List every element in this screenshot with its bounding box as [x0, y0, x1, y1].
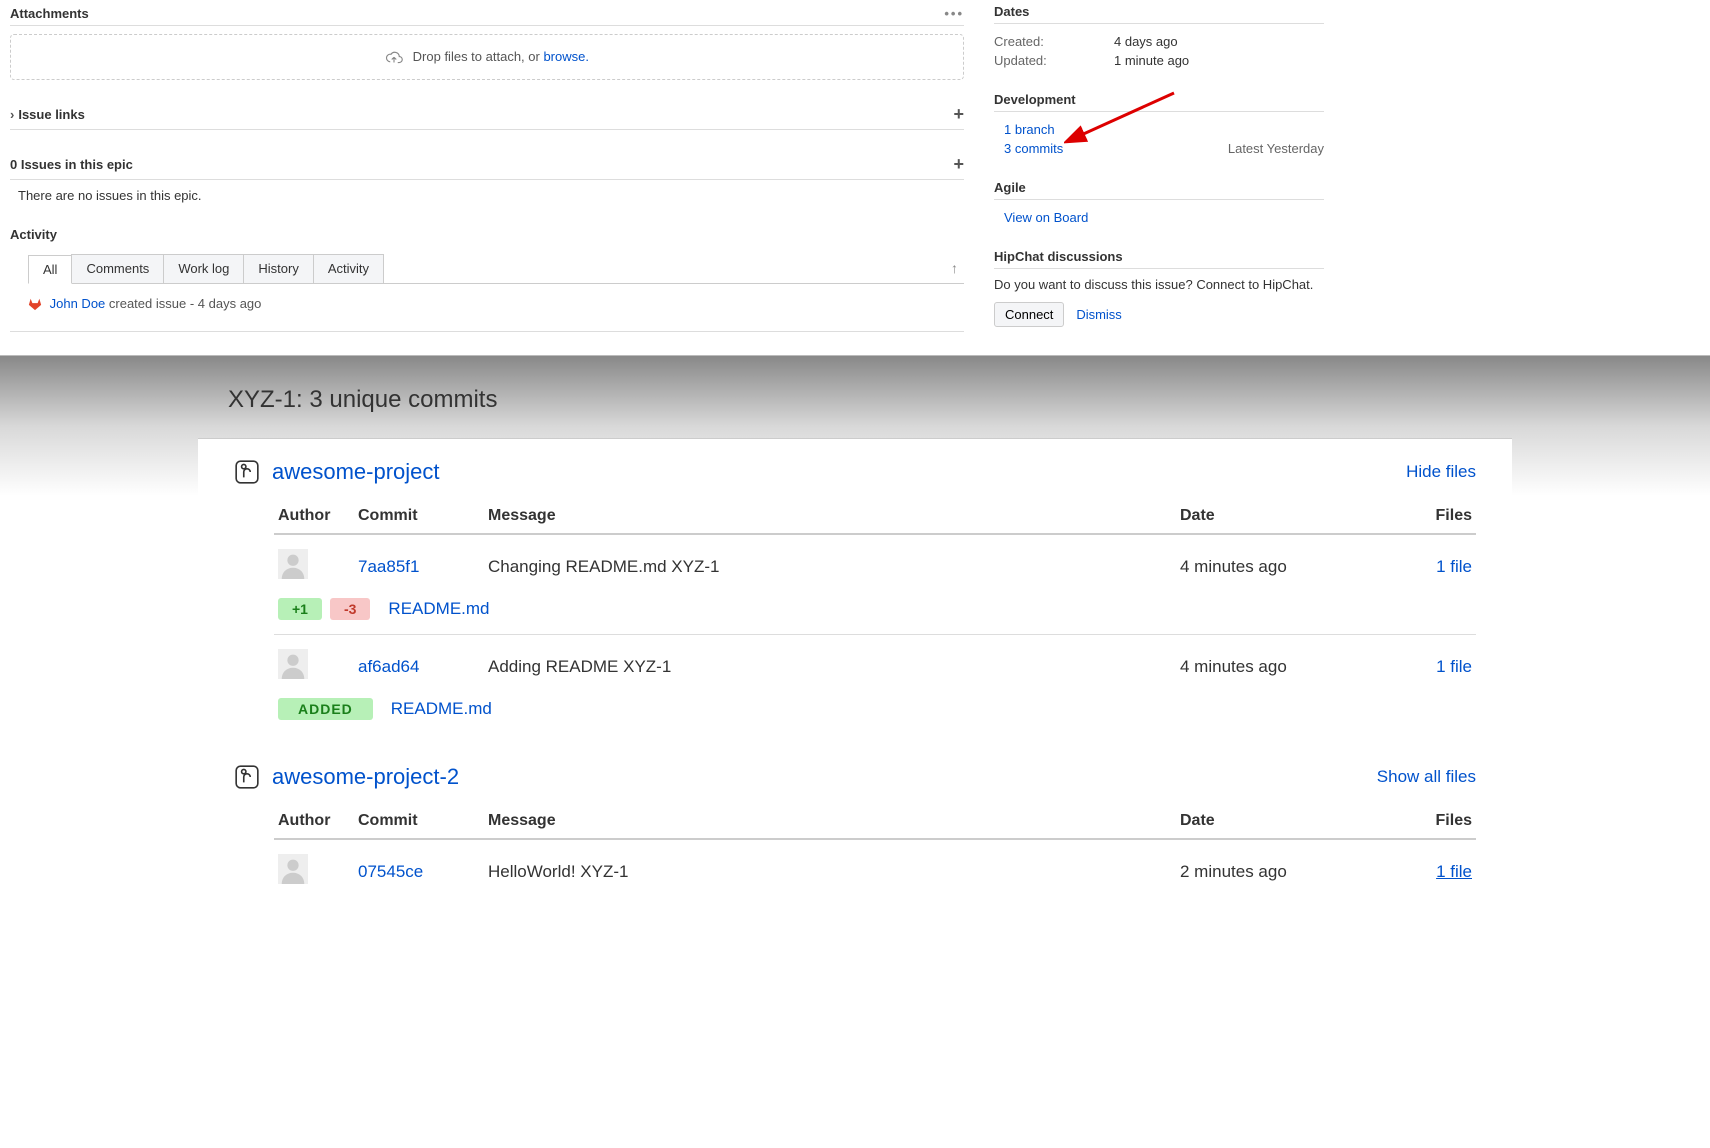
add-epic-issue-icon[interactable]: +	[953, 154, 964, 175]
commit-hash-link[interactable]: 7aa85f1	[358, 557, 419, 576]
dates-section: Dates Created:4 days ago Updated:1 minut…	[994, 0, 1324, 70]
col-date: Date	[1176, 499, 1376, 534]
modal-title: XYZ-1: 3 unique commits	[198, 356, 1512, 439]
hipchat-text: Do you want to discuss this issue? Conne…	[994, 277, 1324, 292]
commit-message: Changing README.md XYZ-1	[484, 534, 1176, 598]
col-files: Files	[1376, 804, 1476, 839]
avatar	[278, 854, 308, 884]
agile-title: Agile	[994, 176, 1324, 200]
epic-header: 0 Issues in this epic +	[10, 148, 964, 180]
development-title: Development	[994, 88, 1324, 112]
permalink-icon[interactable]: ↑	[945, 254, 964, 283]
col-date: Date	[1176, 804, 1376, 839]
files-count-link[interactable]: 1 file	[1436, 557, 1472, 576]
issue-links-header[interactable]: Issue links +	[10, 98, 964, 130]
created-value: 4 days ago	[1114, 34, 1178, 49]
activity-header: Activity	[10, 221, 964, 246]
commits-modal: XYZ-1: 3 unique commits awesome-project …	[188, 356, 1522, 913]
activity-action: created issue -	[105, 296, 198, 311]
activity-tabs: All Comments Work log History Activity ↑	[28, 254, 964, 284]
dropzone-text: Drop files to attach, or	[413, 49, 544, 64]
repo-icon	[234, 459, 260, 485]
attachments-header: Attachments •••	[10, 0, 964, 26]
issue-right-column: Dates Created:4 days ago Updated:1 minut…	[984, 0, 1324, 345]
commit-date: 4 minutes ago	[1176, 534, 1376, 598]
diff-added-badge: +1	[278, 598, 322, 620]
commits-link[interactable]: 3 commits	[994, 139, 1073, 158]
commit-message: HelloWorld! XYZ-1	[484, 839, 1176, 903]
col-author: Author	[274, 499, 354, 534]
view-on-board-link[interactable]: View on Board	[994, 208, 1324, 227]
commit-row: 07545ce HelloWorld! XYZ-1 2 minutes ago …	[274, 839, 1476, 903]
epic-title: 0 Issues in this epic	[10, 157, 133, 172]
epic-empty-text: There are no issues in this epic.	[10, 180, 964, 221]
diff-removed-badge: -3	[330, 598, 370, 620]
commits-modal-backdrop: XYZ-1: 3 unique commits awesome-project …	[0, 355, 1710, 913]
agile-section: Agile View on Board	[994, 176, 1324, 227]
created-label: Created:	[994, 34, 1114, 49]
activity-title: Activity	[10, 227, 57, 242]
file-diff-row: ADDED README.md	[274, 698, 1476, 734]
hipchat-section: HipChat discussions Do you want to discu…	[994, 245, 1324, 327]
activity-user-link[interactable]: John Doe	[50, 296, 106, 311]
files-count-link[interactable]: 1 file	[1436, 862, 1472, 881]
activity-entry: John Doe created issue - 4 days ago	[10, 284, 964, 333]
branch-link[interactable]: 1 branch	[994, 120, 1324, 139]
updated-value: 1 minute ago	[1114, 53, 1189, 68]
col-commit: Commit	[354, 804, 484, 839]
gitlab-icon	[28, 297, 42, 311]
repo-name-link[interactable]: awesome-project	[272, 459, 1394, 485]
show-all-files-link[interactable]: Show all files	[1377, 767, 1476, 787]
diff-added-label: ADDED	[278, 698, 373, 720]
commit-row: 7aa85f1 Changing README.md XYZ-1 4 minut…	[274, 534, 1476, 598]
updated-label: Updated:	[994, 53, 1114, 68]
avatar	[278, 649, 308, 679]
hipchat-title: HipChat discussions	[994, 245, 1324, 269]
activity-when: 4 days ago	[198, 296, 262, 311]
col-files: Files	[1376, 499, 1476, 534]
hide-files-link[interactable]: Hide files	[1406, 462, 1476, 482]
col-author: Author	[274, 804, 354, 839]
file-link[interactable]: README.md	[388, 599, 489, 619]
connect-button[interactable]: Connect	[994, 302, 1064, 327]
tab-comments[interactable]: Comments	[71, 254, 164, 283]
issue-left-column: Attachments ••• Drop files to attach, or…	[10, 0, 984, 345]
repo-block: awesome-project-2 Show all files Author …	[198, 744, 1512, 913]
commits-table: Author Commit Message Date Files 07545ce…	[274, 804, 1476, 903]
attachments-title: Attachments	[10, 6, 89, 21]
col-commit: Commit	[354, 499, 484, 534]
issue-links-title: Issue links	[10, 107, 85, 122]
upload-cloud-icon	[385, 51, 403, 65]
commit-hash-link[interactable]: af6ad64	[358, 657, 419, 676]
avatar	[278, 549, 308, 579]
dates-title: Dates	[994, 0, 1324, 24]
tab-all[interactable]: All	[28, 255, 72, 284]
tab-history[interactable]: History	[243, 254, 313, 283]
development-section: Development 1 branch 3 commits Latest Ye…	[994, 88, 1324, 158]
attachments-more-icon[interactable]: •••	[944, 6, 964, 21]
tab-activity[interactable]: Activity	[313, 254, 384, 283]
commit-date: 2 minutes ago	[1176, 839, 1376, 903]
repo-icon	[234, 764, 260, 790]
file-diff-row: +1 -3 README.md	[274, 598, 1476, 635]
repo-name-link[interactable]: awesome-project-2	[272, 764, 1365, 790]
file-link[interactable]: README.md	[391, 699, 492, 719]
commit-row: af6ad64 Adding README XYZ-1 4 minutes ag…	[274, 635, 1476, 699]
col-message: Message	[484, 499, 1176, 534]
tab-worklog[interactable]: Work log	[163, 254, 244, 283]
commit-date: 4 minutes ago	[1176, 635, 1376, 699]
col-message: Message	[484, 804, 1176, 839]
commits-table: Author Commit Message Date Files 7aa85f1…	[274, 499, 1476, 734]
commit-message: Adding README XYZ-1	[484, 635, 1176, 699]
repo-block: awesome-project Hide files Author Commit…	[198, 439, 1512, 744]
files-count-link[interactable]: 1 file	[1436, 657, 1472, 676]
browse-link[interactable]: browse.	[543, 49, 589, 64]
dismiss-link[interactable]: Dismiss	[1076, 307, 1122, 322]
latest-text: Latest Yesterday	[1228, 141, 1324, 156]
attachments-dropzone[interactable]: Drop files to attach, or browse.	[10, 34, 964, 80]
add-issue-link-icon[interactable]: +	[953, 104, 964, 125]
commit-hash-link[interactable]: 07545ce	[358, 862, 423, 881]
